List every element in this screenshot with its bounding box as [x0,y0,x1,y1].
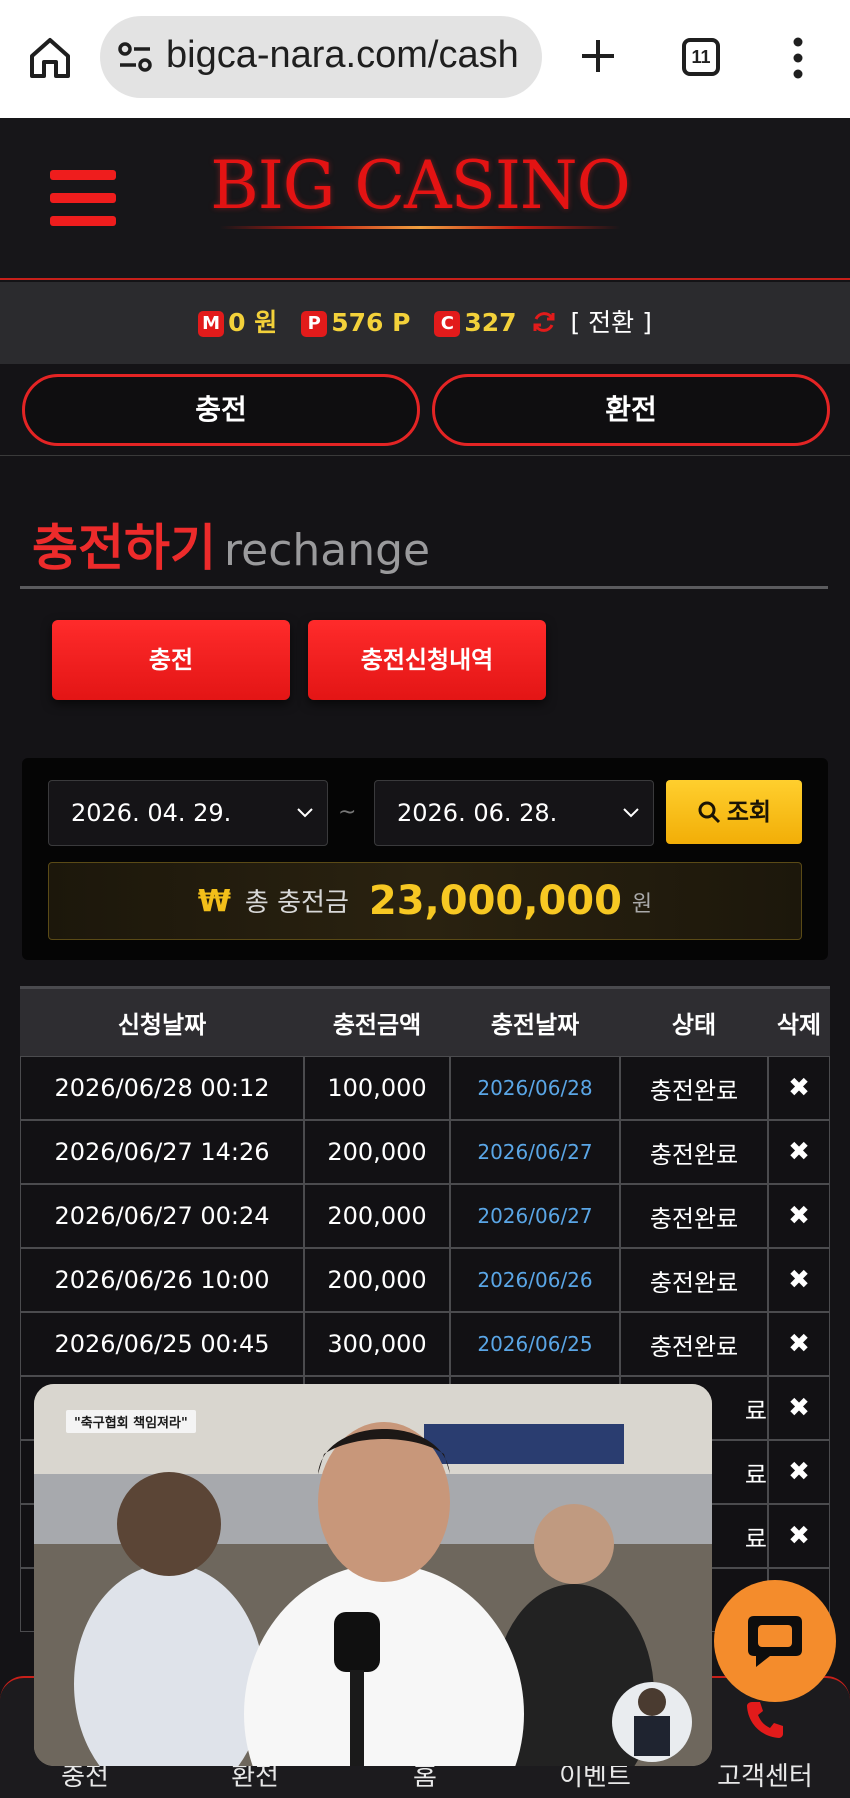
chat-bubble-icon [748,1616,802,1667]
request-date-cell: 2026/06/26 10:00 [20,1248,304,1312]
url-text: bigca-nara.com/cash [166,34,519,76]
amount-cell: 200,000 [304,1120,450,1184]
video-caption: "축구협회 책임져라" [66,1410,196,1433]
start-date-select[interactable]: 2026. 04. 29. [48,780,328,846]
search-label: 조회 [726,798,772,826]
balance-bar: M0 원 P 576 P C 327 [ 전환 ] [0,282,850,364]
site-settings-icon[interactable] [116,40,154,74]
money-badge: M [198,311,225,337]
end-date-value: 2026. 06. 28. [397,799,558,827]
delete-button[interactable]: ✖ [768,1504,830,1568]
col-amount: 충전금액 [304,986,450,1056]
status-cell: 충전완료 [620,1184,768,1248]
start-date-value: 2026. 04. 29. [71,799,232,827]
amount-cell: 200,000 [304,1184,450,1248]
charge-date-cell[interactable]: 2026/06/27 [450,1120,620,1184]
charge-history-button[interactable]: 충전신청내역 [308,620,546,700]
search-icon [698,801,720,824]
cash-mode-toggle: 충전 환전 [0,364,850,456]
phone-icon [747,1702,783,1738]
delete-button[interactable]: ✖ [768,1184,830,1248]
delete-button[interactable]: ✖ [768,1120,830,1184]
total-charge-summary: ₩ 총 충전금 23,000,000 원 [48,862,802,940]
address-bar[interactable]: bigca-nara.com/cash [100,16,542,98]
col-charge-date: 충전날짜 [450,986,620,1056]
status-cell: 충전완료 [620,1056,768,1120]
amount-cell: 200,000 [304,1248,450,1312]
total-unit: 원 [631,892,653,917]
won-icon: ₩ [197,884,231,919]
table-row: 2026/06/25 00:45 300,000 2026/06/25 충전완료 ✖ [20,1312,830,1376]
table-row: 2026/06/27 00:24 200,000 2026/06/27 충전완료 ✖ [20,1184,830,1248]
tab-count-button[interactable]: 11 [682,38,720,76]
charge-date-cell[interactable]: 2026/06/25 [450,1312,620,1376]
casino-balance: 327 [464,308,517,337]
col-request-date: 신청날짜 [20,986,304,1056]
money-balance: 0 원 [228,308,278,337]
delete-button[interactable]: ✖ [768,1376,830,1440]
request-date-cell: 2026/06/27 00:24 [20,1184,304,1248]
new-tab-icon[interactable] [572,30,624,82]
title-divider [20,586,828,589]
delete-button[interactable]: ✖ [768,1056,830,1120]
end-date-select[interactable]: 2026. 06. 28. [374,780,654,846]
charge-date-cell[interactable]: 2026/06/28 [450,1056,620,1120]
exchange-toggle-button[interactable]: 환전 [432,374,830,446]
page-title: 충전하기 rechange [32,508,430,580]
logo-underline [220,226,620,229]
col-status: 상태 [620,986,768,1056]
total-label: 총 충전금 [244,888,349,918]
date-filter-panel: 2026. 04. 29. ~ 2026. 06. 28. 조회 ₩ 총 충전금 2… [22,758,828,960]
menu-icon[interactable] [50,170,116,226]
charge-button[interactable]: 충전 [52,620,290,700]
search-button[interactable]: 조회 [666,780,802,844]
request-date-cell: 2026/06/28 00:12 [20,1056,304,1120]
point-balance: 576 P [331,308,411,337]
table-row: 2026/06/26 10:00 200,000 2026/06/26 충전완료 ✖ [20,1248,830,1312]
delete-button[interactable]: ✖ [768,1312,830,1376]
browser-toolbar: bigca-nara.com/cash 11 [0,0,850,118]
charge-date-cell[interactable]: 2026/06/26 [450,1248,620,1312]
home-icon[interactable] [26,34,74,82]
chevron-down-icon [623,808,639,818]
point-badge: P [301,311,328,337]
amount-cell: 100,000 [304,1056,450,1120]
casino-badge: C [434,311,461,337]
page-title-english: rechange [224,525,431,576]
request-date-cell: 2026/06/25 00:45 [20,1312,304,1376]
status-cell: 충전완료 [620,1120,768,1184]
total-amount: 23,000,000 [368,878,622,924]
site-header: BIG CASINO [0,118,850,280]
delete-button[interactable]: ✖ [768,1248,830,1312]
chat-button[interactable] [714,1580,836,1702]
floating-video-player[interactable]: "축구협회 책임져라" [34,1384,712,1766]
refresh-icon[interactable] [531,309,557,335]
more-menu-icon[interactable] [790,36,806,80]
delete-button[interactable]: ✖ [768,1440,830,1504]
status-cell: 충전완료 [620,1248,768,1312]
chevron-down-icon [297,808,313,818]
status-cell: 충전완료 [620,1312,768,1376]
charge-date-cell[interactable]: 2026/06/27 [450,1184,620,1248]
table-row: 2026/06/27 14:26 200,000 2026/06/27 충전완료 ✖ [20,1120,830,1184]
video-frame [34,1384,712,1766]
page-title-korean: 충전하기 [32,519,216,577]
request-date-cell: 2026/06/27 14:26 [20,1120,304,1184]
site-logo[interactable]: BIG CASINO [210,147,631,238]
charge-toggle-button[interactable]: 충전 [22,374,420,446]
convert-button[interactable]: [ 전환 ] [570,308,651,337]
table-header-row: 신청날짜 충전금액 충전날짜 상태 삭제 [20,986,830,1056]
date-separator: ~ [338,800,357,825]
logo-text: BIG CASINO [210,147,631,224]
table-row: 2026/06/28 00:12 100,000 2026/06/28 충전완료 ✖ [20,1056,830,1120]
amount-cell: 300,000 [304,1312,450,1376]
col-delete: 삭제 [768,986,830,1056]
